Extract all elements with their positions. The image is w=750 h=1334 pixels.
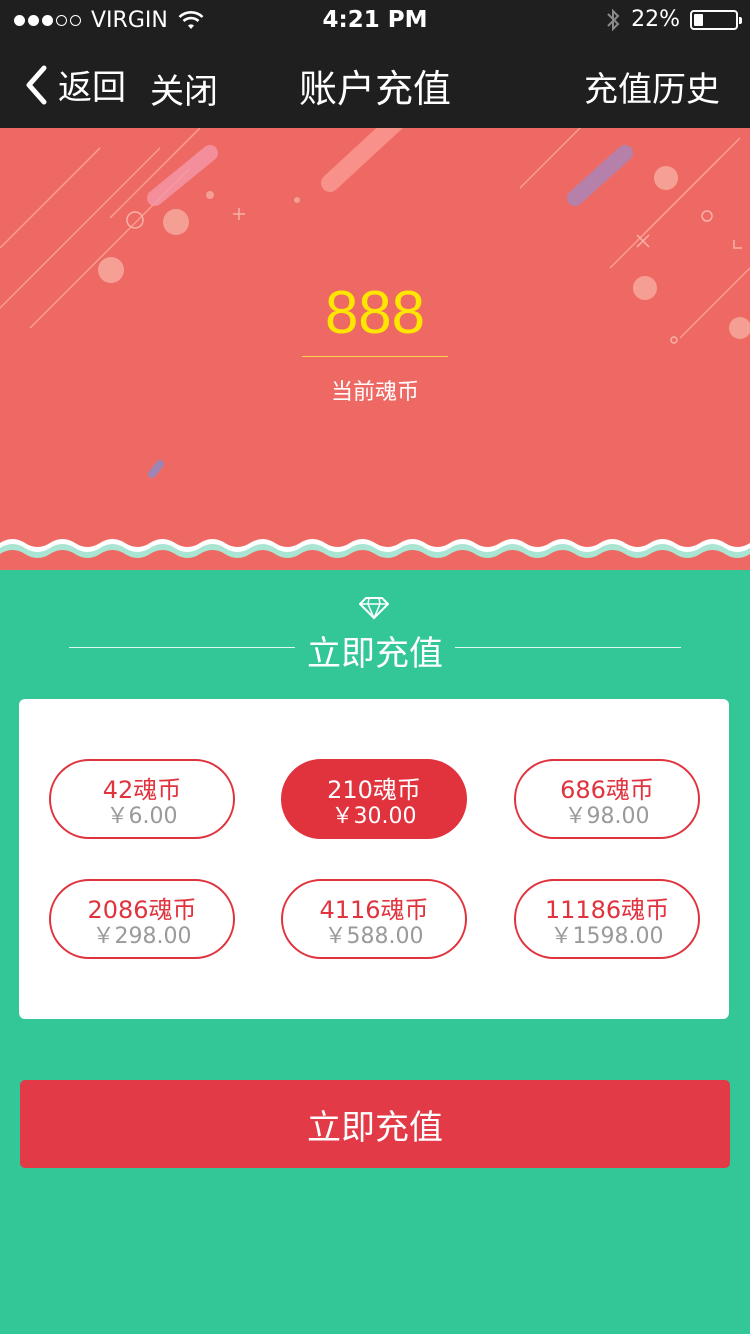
option-price: ￥98.00 bbox=[564, 804, 650, 829]
recharge-option[interactable]: 11186魂币 ￥1598.00 bbox=[514, 879, 700, 959]
coin-balance: 888 bbox=[324, 279, 426, 346]
close-button[interactable]: 关闭 bbox=[150, 64, 218, 113]
option-coins: 11186魂币 bbox=[544, 896, 670, 924]
battery-icon bbox=[690, 9, 742, 30]
recharge-option[interactable]: 210魂币 ￥30.00 bbox=[281, 759, 467, 839]
wave-divider bbox=[0, 530, 750, 558]
coin-balance-label: 当前魂币 bbox=[330, 380, 419, 405]
bluetooth-icon bbox=[607, 8, 620, 31]
status-right: 22% bbox=[605, 7, 742, 32]
option-price: ￥298.00 bbox=[92, 924, 192, 949]
navigation-bar: 返回 关闭 账户充值 充值历史 bbox=[0, 40, 750, 128]
balance-hero: 888 当前魂币 bbox=[0, 128, 750, 570]
diamond-icon bbox=[359, 597, 389, 620]
option-coins: 4116魂币 bbox=[319, 896, 429, 924]
option-coins: 686魂币 bbox=[560, 776, 654, 804]
battery-percent: 22% bbox=[631, 7, 680, 32]
back-label: 返回 bbox=[58, 68, 126, 108]
option-price: ￥30.00 bbox=[331, 804, 417, 829]
recharge-option[interactable]: 42魂币 ￥6.00 bbox=[49, 759, 235, 839]
recharge-options-card: 42魂币 ￥6.00 210魂币 ￥30.00 686魂币 ￥98.00 208… bbox=[19, 699, 729, 1019]
recharge-history-button[interactable]: 充值历史 bbox=[584, 62, 720, 111]
option-price: ￥6.00 bbox=[106, 804, 178, 829]
balance-underline bbox=[302, 356, 448, 357]
recharge-option[interactable]: 4116魂币 ￥588.00 bbox=[281, 879, 467, 959]
option-price: ￥1598.00 bbox=[550, 924, 664, 949]
recharge-option[interactable]: 686魂币 ￥98.00 bbox=[514, 759, 700, 839]
option-coins: 2086魂币 bbox=[87, 896, 197, 924]
status-bar: VIRGIN 4:21 PM 22% bbox=[0, 0, 750, 40]
hero-decoration bbox=[0, 128, 750, 478]
section-title: 立即充值 bbox=[307, 634, 443, 674]
back-button[interactable]: 返回 bbox=[24, 60, 126, 109]
chevron-left-icon bbox=[26, 65, 47, 104]
recharge-option[interactable]: 2086魂币 ￥298.00 bbox=[49, 879, 235, 959]
option-coins: 42魂币 bbox=[102, 776, 182, 804]
battery-fill bbox=[694, 13, 703, 26]
option-coins: 210魂币 bbox=[327, 776, 421, 804]
section-divider-right bbox=[455, 647, 681, 648]
section-header: 立即充值 bbox=[0, 626, 750, 674]
recharge-now-button[interactable]: 立即充值 bbox=[20, 1080, 730, 1168]
option-price: ￥588.00 bbox=[324, 924, 424, 949]
